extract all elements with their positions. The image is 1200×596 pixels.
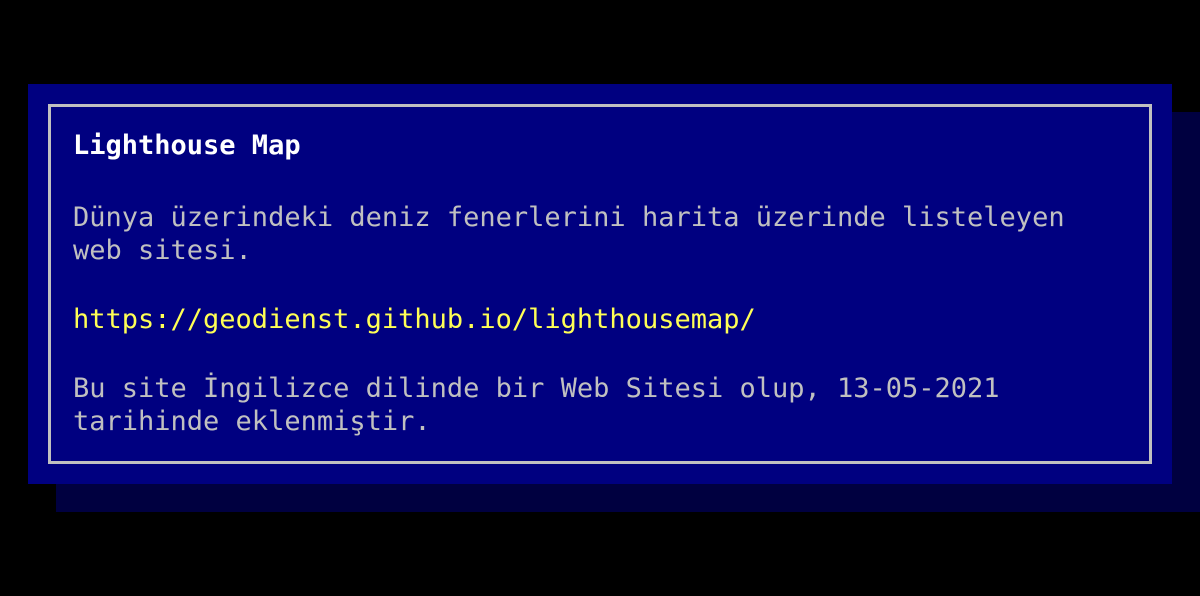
dialog-frame: Lighthouse Map Dünya üzerindeki deniz fe…: [48, 104, 1152, 464]
site-info: Bu site İngilizce dilinde bir Web Sitesi…: [73, 373, 1000, 437]
site-url-link[interactable]: https://geodienst.github.io/lighthousema…: [73, 303, 1127, 336]
dialog-title: Lighthouse Map: [73, 130, 301, 161]
info-dialog: Lighthouse Map Dünya üzerindeki deniz fe…: [28, 84, 1172, 484]
site-description: Dünya üzerindeki deniz fenerlerini harit…: [73, 202, 1081, 266]
